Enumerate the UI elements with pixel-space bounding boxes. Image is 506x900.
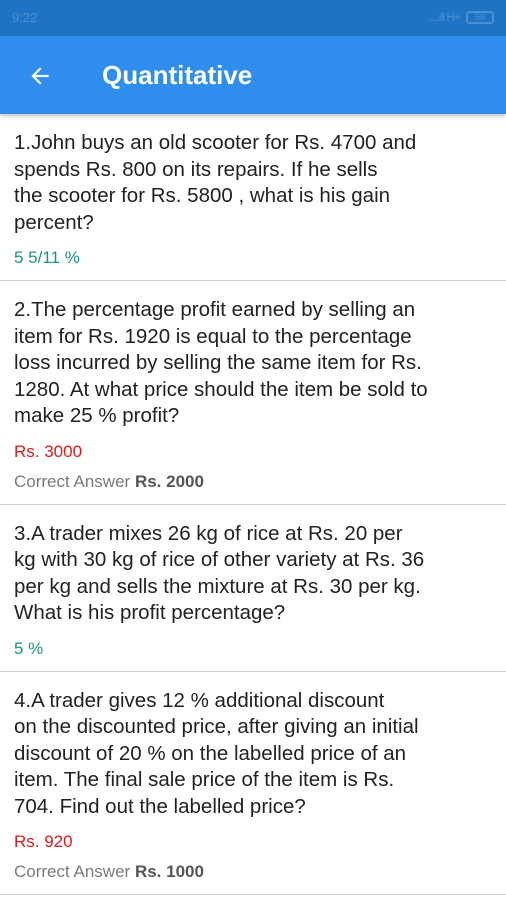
status-bar: 9:22 ....ıll H+ 58	[0, 0, 506, 36]
user-answer: 5 %	[14, 638, 44, 658]
correct-answer-row: Correct Answer Rs. 2000	[14, 472, 492, 492]
question-text: 3.A trader mixes 26 kg of rice at Rs. 20…	[14, 521, 425, 625]
question-card-3[interactable]: 3.A trader mixes 26 kg of rice at Rs. 20…	[0, 505, 506, 672]
question-list[interactable]: 1.John buys an old scooter for Rs. 4700 …	[0, 114, 506, 900]
arrow-back-icon	[31, 67, 49, 85]
app-bar: Quantitative	[0, 36, 506, 114]
question-card-1[interactable]: 1.John buys an old scooter for Rs. 4700 …	[0, 114, 506, 281]
correct-answer-value: Rs. 1000	[134, 862, 204, 881]
question-text: 1.John buys an old scooter for Rs. 4700 …	[14, 131, 417, 234]
correct-answer-label: Correct Answer	[14, 862, 131, 881]
user-answer: Rs. 3000	[14, 441, 83, 461]
back-button[interactable]	[22, 58, 58, 94]
correct-answer-value: Rs. 2000	[134, 471, 204, 491]
user-answer: Rs. 920	[14, 832, 73, 851]
question-text: 2.The percentage profit earned by sellin…	[14, 298, 428, 427]
battery-icon: 58	[466, 10, 494, 24]
page-title: Quantitative	[102, 60, 253, 90]
correct-answer-row: Correct Answer Rs. 1000	[14, 862, 492, 882]
signal-icon: ....ıll H+	[428, 10, 461, 24]
correct-answer-label: Correct Answer	[14, 471, 131, 491]
question-card-2[interactable]: 2.The percentage profit earned by sellin…	[0, 281, 506, 505]
user-answer: 5 5/11 %	[14, 248, 80, 267]
question-card-4[interactable]: 4.A trader gives 12 % additional discoun…	[0, 672, 506, 895]
status-time: 9:22	[12, 10, 38, 25]
question-text: 4.A trader gives 12 % additional discoun…	[14, 688, 419, 818]
status-icons: ....ıll H+ 58	[429, 10, 494, 24]
